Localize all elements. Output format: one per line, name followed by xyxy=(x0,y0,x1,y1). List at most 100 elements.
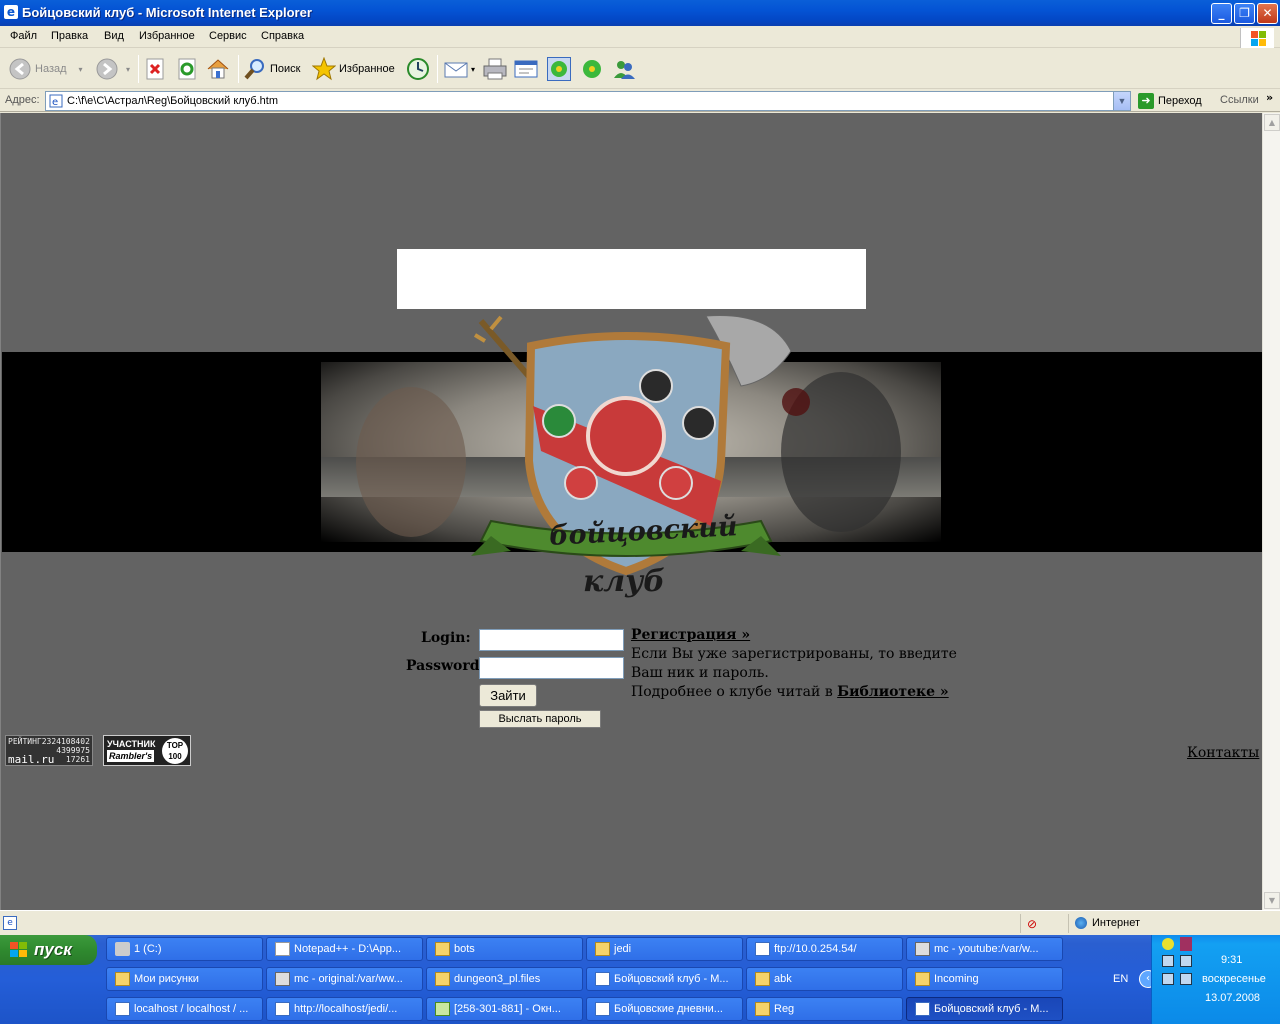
address-bar: Адрес: e C:\f\e\C\Астрал\Reg\Бойцовский … xyxy=(0,90,1280,112)
home-button[interactable] xyxy=(206,55,233,83)
task-folder-jedi[interactable]: jedi xyxy=(586,937,743,961)
register-link[interactable]: Регистрация » xyxy=(631,627,750,643)
rambler-top100-counter[interactable]: УЧАСТНИК Rambler's TOP 100 xyxy=(103,735,191,766)
task-folder-dungeon[interactable]: dungeon3_pl.files xyxy=(426,967,583,991)
task-folder-reg[interactable]: Reg xyxy=(746,997,903,1021)
login-button[interactable]: Зайти xyxy=(479,684,537,707)
info-line-3: Подробнее о клубе читай в Библиотеке » xyxy=(631,684,949,700)
send-password-button[interactable]: Выслать пароль xyxy=(479,710,601,728)
status-bar: e ⊘ Интернет xyxy=(0,910,1280,935)
history-button[interactable] xyxy=(406,55,433,83)
ie-icon xyxy=(595,1002,610,1016)
task-notepadpp[interactable]: Notepad++ - D:\App... xyxy=(266,937,423,961)
info-line-2: Ваш ник и пароль. xyxy=(631,665,769,681)
task-localhost[interactable]: localhost / localhost / ... xyxy=(106,997,263,1021)
window-title: Бойцовский клуб - Microsoft Internet Exp… xyxy=(22,5,312,20)
tray-icon-1[interactable] xyxy=(1162,938,1174,950)
clock-day: воскресенье xyxy=(1202,973,1266,985)
task-ie-fightclub-1[interactable]: Бойцовский клуб - M... xyxy=(586,967,743,991)
address-label: Адрес: xyxy=(5,94,40,106)
network-icon-3[interactable] xyxy=(1162,973,1174,985)
close-button[interactable]: ✕ xyxy=(1257,3,1278,24)
messenger-people-icon xyxy=(612,57,636,81)
go-button[interactable]: ➜ Переход xyxy=(1138,92,1202,110)
menu-edit[interactable]: Правка xyxy=(51,30,88,42)
home-icon xyxy=(206,57,230,81)
address-dropdown[interactable]: ▼ xyxy=(1113,92,1130,110)
task-localhost-jedi[interactable]: http://localhost/jedi/... xyxy=(266,997,423,1021)
putty-icon xyxy=(275,972,290,986)
notepad-icon xyxy=(275,942,290,956)
menu-bar: Файл Правка Вид Избранное Сервис Справка xyxy=(0,26,1280,48)
password-label: Password: xyxy=(406,658,485,674)
menu-view[interactable]: Вид xyxy=(104,30,124,42)
system-tray: 9:31 воскресенье 13.07.2008 xyxy=(1151,935,1280,1024)
ie-icon xyxy=(915,1002,930,1016)
back-arrow-icon xyxy=(8,57,32,81)
title-bar[interactable]: e Бойцовский клуб - Microsoft Internet E… xyxy=(0,0,1280,26)
putty-icon xyxy=(915,942,930,956)
folder-icon xyxy=(595,942,610,956)
print-button[interactable] xyxy=(483,55,510,83)
favorites-star-icon xyxy=(312,57,336,81)
task-folder-incoming[interactable]: Incoming xyxy=(906,967,1063,991)
task-ie-diaries[interactable]: Бойцовские дневни... xyxy=(586,997,743,1021)
ie-icon: e xyxy=(4,5,18,19)
edit-page-icon xyxy=(514,57,538,81)
icq-flower-icon xyxy=(547,57,571,81)
icq-flower-icon xyxy=(580,57,604,81)
contacts-link[interactable]: Контакты xyxy=(1187,745,1259,761)
menu-favorites[interactable]: Избранное xyxy=(139,30,195,42)
password-input[interactable] xyxy=(479,657,624,679)
chevron-right-icon[interactable]: » xyxy=(1266,91,1273,104)
back-button[interactable]: Назад ▾ xyxy=(8,55,83,83)
ie-icon xyxy=(275,1002,290,1016)
scroll-down-arrow[interactable]: ▼ xyxy=(1264,892,1280,909)
icq-button-2[interactable] xyxy=(580,55,607,83)
language-indicator[interactable]: EN xyxy=(1113,973,1128,985)
clock-time[interactable]: 9:31 xyxy=(1221,954,1242,966)
links-button[interactable]: Ссылки xyxy=(1220,94,1259,106)
menu-file[interactable]: Файл xyxy=(10,30,37,42)
network-icon[interactable] xyxy=(1162,955,1174,967)
tray-icon-2[interactable] xyxy=(1180,937,1192,951)
mail-button[interactable]: ▾ xyxy=(444,55,475,83)
blocked-icon: ⊘ xyxy=(1027,917,1038,931)
address-input[interactable]: e C:\f\e\C\Астрал\Reg\Бойцовский клуб.ht… xyxy=(45,91,1131,111)
minimize-button[interactable]: _ xyxy=(1211,3,1232,24)
task-my-pictures[interactable]: Мои рисунки xyxy=(106,967,263,991)
task-drive-c[interactable]: 1 (C:) xyxy=(106,937,263,961)
ftp-icon xyxy=(755,942,770,956)
network-icon-2[interactable] xyxy=(1180,955,1192,967)
start-button[interactable]: пуск xyxy=(0,935,97,965)
vertical-scrollbar[interactable]: ▲ ▼ xyxy=(1262,113,1280,910)
messenger-button[interactable] xyxy=(612,55,639,83)
favorites-button[interactable]: Избранное xyxy=(312,55,395,83)
task-chat-window[interactable]: [258-301-881] - Окн... xyxy=(426,997,583,1021)
menu-help[interactable]: Справка xyxy=(261,30,304,42)
mailru-rating-counter[interactable]: РЕЙТИНГ2324108402 4399975 mail.ru 17261 xyxy=(5,735,93,766)
task-ftp[interactable]: ftp://10.0.254.54/ xyxy=(746,937,903,961)
stop-button[interactable] xyxy=(143,55,170,83)
edit-button[interactable] xyxy=(514,55,541,83)
task-mc-original[interactable]: mc - original:/var/ww... xyxy=(266,967,423,991)
windows-logo xyxy=(1240,28,1274,48)
login-input[interactable] xyxy=(479,629,624,651)
task-mc-youtube[interactable]: mc - youtube:/var/w... xyxy=(906,937,1063,961)
scroll-up-arrow[interactable]: ▲ xyxy=(1264,114,1280,131)
maximize-button[interactable]: ❐ xyxy=(1234,3,1255,24)
network-icon-4[interactable] xyxy=(1180,973,1192,985)
forward-button[interactable]: ▾ xyxy=(95,55,130,83)
task-folder-bots[interactable]: bots xyxy=(426,937,583,961)
mail-icon xyxy=(444,57,468,81)
search-button[interactable]: Поиск xyxy=(243,55,300,83)
folder-icon xyxy=(435,942,450,956)
login-label: Login: xyxy=(421,630,471,646)
menu-tools[interactable]: Сервис xyxy=(209,30,247,42)
refresh-button[interactable] xyxy=(175,55,202,83)
banner-placeholder xyxy=(397,249,866,309)
icq-button[interactable] xyxy=(547,55,574,83)
task-ie-fightclub-active[interactable]: Бойцовский клуб - M... xyxy=(906,997,1063,1021)
library-link[interactable]: Библиотеке » xyxy=(837,684,949,700)
task-folder-abk[interactable]: abk xyxy=(746,967,903,991)
